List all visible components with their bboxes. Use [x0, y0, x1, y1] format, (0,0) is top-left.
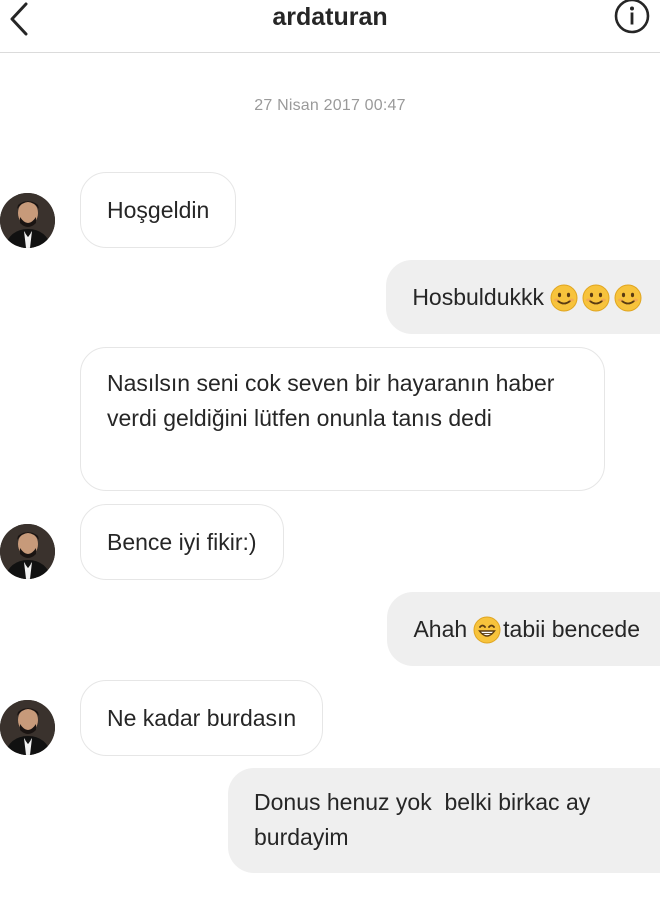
avatar[interactable]: [0, 700, 55, 755]
incoming-message[interactable]: Hoşgeldin: [80, 172, 237, 248]
message-text: Bence iyi fikir:): [107, 529, 257, 555]
avatar[interactable]: [0, 193, 55, 248]
outgoing-message[interactable]: Hosbuldukkk: [386, 260, 660, 334]
message-text: Donus henuz yok belki birkac ay burdayim: [254, 789, 597, 850]
outgoing-message[interactable]: Donus henuz yok belki birkac ay burdayim: [228, 768, 660, 873]
profile-photo-icon: [0, 700, 55, 755]
message-text: Hoşgeldin: [107, 197, 210, 223]
message-text: Hosbuldukkk: [412, 284, 544, 310]
info-button[interactable]: [612, 0, 652, 36]
avatar[interactable]: [0, 524, 55, 579]
profile-photo-icon: [0, 193, 55, 248]
smiling-face-emoji-icon: [614, 284, 642, 312]
message-text: Ne kadar burdasın: [107, 705, 297, 731]
grinning-face-emoji-icon: [473, 616, 501, 644]
incoming-message[interactable]: Bence iyi fikir:): [80, 504, 284, 580]
smiling-face-emoji-icon: [550, 284, 578, 312]
message-text: tabii bencede: [503, 616, 640, 642]
profile-photo-icon: [0, 524, 55, 579]
chat-username[interactable]: ardaturan: [0, 0, 660, 34]
conversation-timestamp: 27 Nisan 2017 00:47: [254, 97, 406, 114]
smiling-face-emoji-icon: [582, 284, 610, 312]
outgoing-message[interactable]: Ahah tabii bencede: [387, 592, 660, 666]
info-icon: [614, 0, 650, 34]
chat-header: ardaturan: [0, 0, 660, 53]
message-text: Nasılsın seni cok seven bir hayaranın ha…: [107, 370, 561, 431]
incoming-message[interactable]: Nasılsın seni cok seven bir hayaranın ha…: [80, 347, 605, 491]
incoming-message[interactable]: Ne kadar burdasın: [80, 680, 324, 756]
message-text: Ahah: [413, 616, 468, 642]
